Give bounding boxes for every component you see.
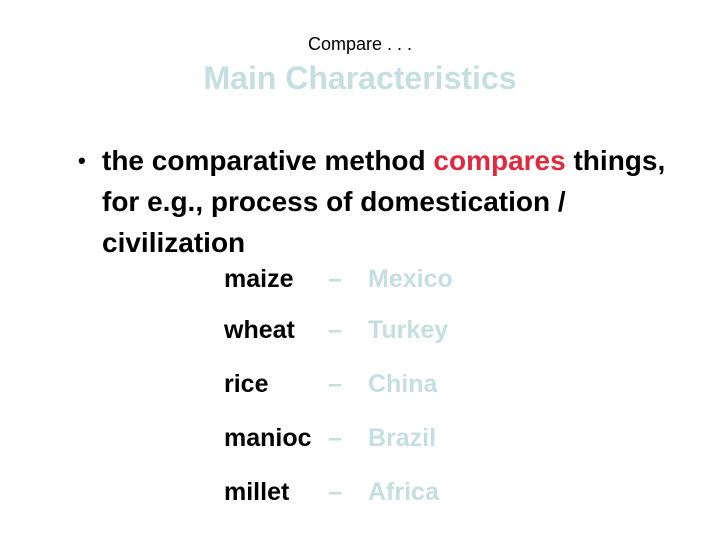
- dash: –: [328, 265, 342, 293]
- bullet-icon: •: [78, 148, 86, 173]
- crop-name: rice: [224, 370, 269, 398]
- crop-name: millet: [224, 478, 290, 506]
- crop-name: wheat: [224, 316, 295, 344]
- place-name: Africa: [368, 478, 439, 506]
- pre-title: Compare . . .: [307, 34, 413, 54]
- bullet-text-before: the comparative method: [102, 145, 434, 176]
- place-name: Turkey: [368, 316, 449, 344]
- dash: –: [328, 424, 342, 452]
- place-name: China: [368, 370, 438, 398]
- place-name: Brazil: [368, 424, 437, 452]
- bullet-highlight: compares: [433, 145, 566, 176]
- place-name: Mexico: [368, 265, 453, 293]
- crop-name: manioc: [224, 424, 312, 452]
- dash: –: [328, 316, 342, 344]
- dash: –: [328, 478, 342, 506]
- slide-title: Main Characteristics: [203, 60, 517, 96]
- crop-name: maize: [224, 265, 294, 293]
- dash: –: [328, 370, 342, 398]
- bullet-text: the comparative method compares things, …: [102, 140, 682, 263]
